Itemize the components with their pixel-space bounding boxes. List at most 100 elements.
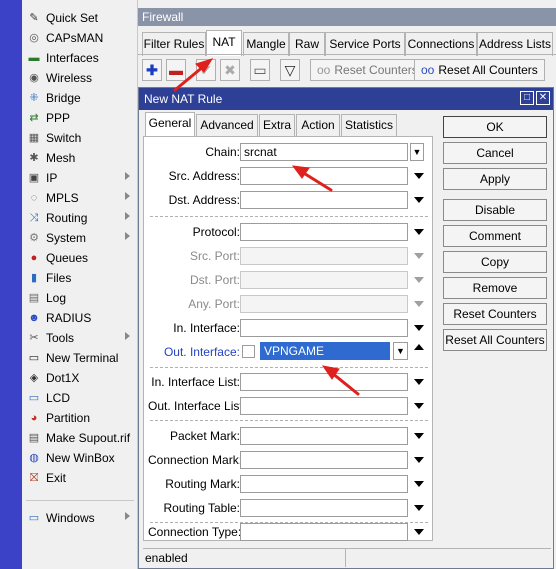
enable-icon[interactable]: ✔: [196, 59, 216, 81]
protocol-field[interactable]: [240, 223, 408, 241]
tab-connections[interactable]: Connections: [405, 32, 477, 56]
dst-port-field[interactable]: [240, 271, 408, 289]
reset-all-counters-dialog-button[interactable]: Reset All Counters: [443, 329, 547, 351]
sidebar-item-exit[interactable]: ⛝ Exit: [22, 468, 138, 488]
connection-type-expand-icon[interactable]: [414, 529, 424, 535]
sidebar-item-mesh[interactable]: ✱ Mesh: [22, 148, 138, 168]
sidebar-item-partition[interactable]: ◕ Partition: [22, 408, 138, 428]
src-port-field[interactable]: [240, 247, 408, 265]
reset-counters-dialog-button[interactable]: Reset Counters: [443, 303, 547, 325]
protocol-expand-icon[interactable]: [414, 229, 424, 235]
tab-mangle[interactable]: Mangle: [243, 32, 289, 56]
any-port-field[interactable]: [240, 295, 408, 313]
sidebar-item-routing[interactable]: ⤨ Routing: [22, 208, 138, 228]
supout-icon: ▤: [28, 432, 40, 444]
out-interface-collapse-icon[interactable]: [414, 344, 424, 350]
out-interface-dropdown-icon[interactable]: ▼: [393, 342, 408, 360]
routing-table-expand-icon[interactable]: [414, 505, 424, 511]
sidebar-item-new-winbox[interactable]: ◍ New WinBox: [22, 448, 138, 468]
in-interface-list-field[interactable]: [240, 373, 408, 391]
comment-button[interactable]: Comment: [443, 225, 547, 247]
dialog-title-text: New NAT Rule: [144, 92, 223, 106]
sidebar-item-windows[interactable]: ▭ Windows: [22, 508, 138, 528]
any-port-expand-icon[interactable]: [414, 301, 424, 307]
routing-table-field[interactable]: [240, 499, 408, 517]
reset-counters-button[interactable]: oo Reset Counters: [310, 59, 425, 81]
sidebar-item-wireless[interactable]: ◉ Wireless: [22, 68, 138, 88]
sidebar-item-radius[interactable]: ☻ RADIUS: [22, 308, 138, 328]
sidebar-item-make-supout-rif[interactable]: ▤ Make Supout.rif: [22, 428, 138, 448]
sidebar-item-system[interactable]: ⚙ System: [22, 228, 138, 248]
separator: [150, 216, 428, 217]
connection-type-field[interactable]: [240, 523, 408, 541]
sidebar-item-log[interactable]: ▤ Log: [22, 288, 138, 308]
sidebar-item-mpls[interactable]: ◌ MPLS: [22, 188, 138, 208]
sidebar-item-interfaces[interactable]: ▬ Interfaces: [22, 48, 138, 68]
capsman-icon: ◎: [29, 32, 39, 44]
disable-button[interactable]: Disable: [443, 199, 547, 221]
tab-filter-rules[interactable]: Filter Rules: [142, 32, 206, 56]
tab-nat[interactable]: NAT: [206, 30, 242, 56]
packet-mark-expand-icon[interactable]: [414, 433, 424, 439]
dialog-tab-general[interactable]: General: [145, 112, 195, 137]
routing-mark-expand-icon[interactable]: [414, 481, 424, 487]
connection-mark-field[interactable]: [240, 451, 408, 469]
dst-address-expand-icon[interactable]: [414, 197, 424, 203]
maximize-icon[interactable]: □: [520, 91, 534, 105]
sidebar-item-tools[interactable]: ✂ Tools: [22, 328, 138, 348]
reset-all-counters-button[interactable]: oo Reset All Counters: [414, 59, 545, 81]
in-interface-expand-icon[interactable]: [414, 325, 424, 331]
dst-port-expand-icon[interactable]: [414, 277, 424, 283]
sidebar-item-ppp[interactable]: ⇄ PPP: [22, 108, 138, 128]
remove-icon[interactable]: ▬: [166, 59, 186, 81]
sidebar-item-ip[interactable]: ▣ IP: [22, 168, 138, 188]
tab-service-ports[interactable]: Service Ports: [325, 32, 405, 56]
firewall-toolbar: ✚ ▬ ✔ ✖ ▭ ▽ oo Reset Counters oo Reset A…: [138, 54, 556, 84]
sidebar-item-capsman[interactable]: ◎ CAPsMAN: [22, 28, 138, 48]
sidebar-item-lcd[interactable]: ▭ LCD: [22, 388, 138, 408]
remove-button[interactable]: Remove: [443, 277, 547, 299]
out-interface-negate-checkbox[interactable]: [242, 345, 255, 358]
in-interface-field[interactable]: [240, 319, 408, 337]
sidebar-item-queues[interactable]: ● Queues: [22, 248, 138, 268]
disable-icon[interactable]: ✖: [220, 59, 240, 81]
in-interface-list-expand-icon[interactable]: [414, 379, 424, 385]
tab-address-lists[interactable]: Address Lists: [477, 32, 553, 56]
packet-mark-field[interactable]: [240, 427, 408, 445]
sidebar-item-bridge[interactable]: ⁜ Bridge: [22, 88, 138, 108]
ip-icon: ▣: [28, 172, 40, 184]
dialog-tab-statistics[interactable]: Statistics: [341, 114, 397, 136]
connection-mark-expand-icon[interactable]: [414, 457, 424, 463]
submenu-arrow-icon: [125, 172, 130, 180]
sidebar-item-label: Wireless: [46, 71, 93, 85]
cancel-button[interactable]: Cancel: [443, 142, 547, 164]
sidebar-item-files[interactable]: ▮ Files: [22, 268, 138, 288]
chain-field[interactable]: srcnat: [240, 143, 408, 161]
sidebar-item-quick-set[interactable]: ✎ Quick Set: [22, 8, 138, 28]
ok-button[interactable]: OK: [443, 116, 547, 138]
dialog-tab-extra[interactable]: Extra: [259, 114, 295, 136]
any-port-label: Any. Port:: [188, 297, 240, 311]
add-icon[interactable]: ✚: [142, 59, 162, 81]
submenu-arrow-icon: [125, 512, 130, 520]
routing-mark-field[interactable]: [240, 475, 408, 493]
dst-address-field[interactable]: [240, 191, 408, 209]
filter-icon[interactable]: ▽: [280, 59, 300, 81]
sidebar-item-switch[interactable]: ▦ Switch: [22, 128, 138, 148]
src-port-expand-icon[interactable]: [414, 253, 424, 259]
sidebar-item-dot1x[interactable]: ◈ Dot1X: [22, 368, 138, 388]
apply-button[interactable]: Apply: [443, 168, 547, 190]
comment-icon[interactable]: ▭: [250, 59, 270, 81]
dialog-tab-action[interactable]: Action: [296, 114, 340, 136]
dialog-tab-advanced[interactable]: Advanced: [196, 114, 258, 136]
sidebar-item-new-terminal[interactable]: ▭ New Terminal: [22, 348, 138, 368]
src-address-field[interactable]: [240, 167, 408, 185]
tab-raw[interactable]: Raw: [289, 32, 325, 56]
close-icon[interactable]: ✕: [536, 91, 550, 105]
out-interface-list-field[interactable]: [240, 397, 408, 415]
src-address-expand-icon[interactable]: [414, 173, 424, 179]
out-interface-field[interactable]: VPNGAME: [260, 342, 390, 360]
chain-dropdown-icon[interactable]: ▼: [410, 143, 424, 161]
copy-button[interactable]: Copy: [443, 251, 547, 273]
out-interface-list-expand-icon[interactable]: [414, 403, 424, 409]
